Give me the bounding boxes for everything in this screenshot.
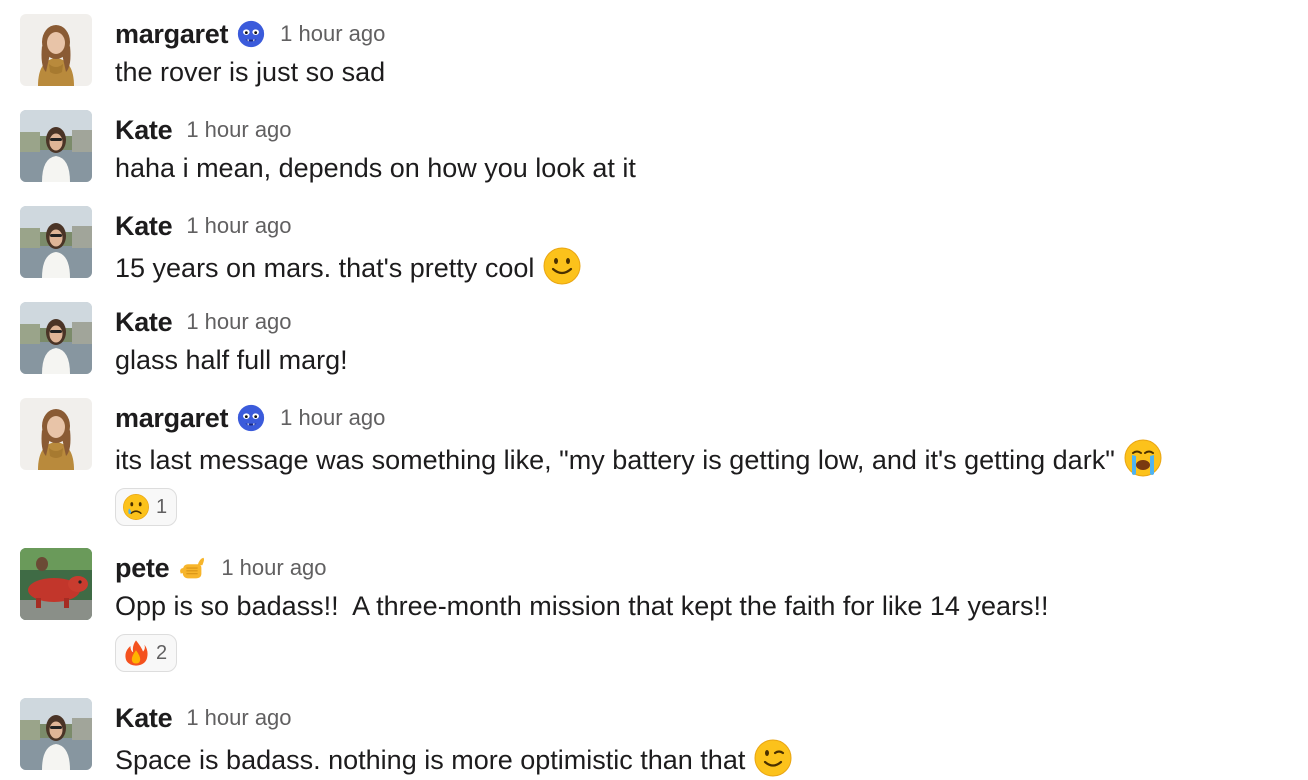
message-line: 15 years on mars. that's pretty cool (115, 246, 1288, 286)
reaction-button[interactable]: 2 (115, 634, 178, 672)
message-text: its last message was something like, "my… (115, 445, 1115, 475)
message-content: pete 1 hour ago Opp is so badass!! A thr… (115, 548, 1288, 672)
message-header: Kate 1 hour ago (115, 698, 1288, 738)
message-content: Kate 1 hour ago Space is badass. nothing… (115, 698, 1288, 778)
timestamp[interactable]: 1 hour ago (280, 21, 385, 47)
reaction-count: 1 (156, 495, 168, 518)
message-header: Kate 1 hour ago (115, 110, 1288, 150)
loudly-crying-face-icon (1123, 438, 1163, 478)
message-header: pete 1 hour ago (115, 548, 1288, 588)
kate-avatar[interactable] (20, 206, 92, 278)
pete-avatar[interactable] (20, 548, 92, 620)
slightly-smiling-face-icon (542, 246, 582, 286)
kate-avatar[interactable] (20, 698, 92, 770)
message-header: margaret 1 hour ago (115, 398, 1288, 438)
margaret-avatar[interactable] (20, 14, 92, 86)
message-text: haha i mean, depends on how you look at … (115, 153, 636, 183)
author-name[interactable]: Kate (115, 211, 173, 242)
timestamp[interactable]: 1 hour ago (186, 309, 291, 335)
message-content: margaret 1 hour ago the rover is just so… (115, 14, 1288, 90)
author-name[interactable]: pete (115, 553, 170, 584)
message-header: Kate 1 hour ago (115, 206, 1288, 246)
author-name[interactable]: margaret (115, 19, 228, 50)
margaret-avatar[interactable] (20, 398, 92, 470)
message-line: its last message was something like, "my… (115, 438, 1288, 478)
message-content: margaret 1 hour ago its last message was… (115, 398, 1288, 526)
author-name[interactable]: margaret (115, 403, 228, 434)
message-text: the rover is just so sad (115, 57, 386, 87)
message-text: glass half full marg! (115, 345, 348, 375)
call-me-hand-icon[interactable] (177, 553, 207, 583)
message-content: Kate 1 hour ago 15 years on mars. that's… (115, 206, 1288, 286)
winking-face-icon (753, 738, 793, 778)
author-name[interactable]: Kate (115, 307, 173, 338)
goblin-icon[interactable] (236, 19, 266, 49)
message-content: Kate 1 hour ago haha i mean, depends on … (115, 110, 1288, 186)
timestamp[interactable]: 1 hour ago (221, 555, 326, 581)
goblin-icon[interactable] (236, 403, 266, 433)
message-content: Kate 1 hour ago glass half full marg! (115, 302, 1288, 378)
message-line: Space is badass. nothing is more optimis… (115, 738, 1288, 778)
message-text: Opp is so badass!! A three-month mission… (115, 591, 1049, 621)
timestamp[interactable]: 1 hour ago (186, 117, 291, 143)
message-text: Space is badass. nothing is more optimis… (115, 745, 746, 775)
reaction-button[interactable]: 1 (115, 488, 178, 526)
author-name[interactable]: Kate (115, 703, 173, 734)
timestamp[interactable]: 1 hour ago (186, 213, 291, 239)
message-header: Kate 1 hour ago (115, 302, 1288, 342)
kate-avatar[interactable] (20, 110, 92, 182)
author-name[interactable]: Kate (115, 115, 173, 146)
message-text: 15 years on mars. that's pretty cool (115, 253, 535, 283)
message-header: margaret 1 hour ago (115, 14, 1288, 54)
crying-face-icon (122, 493, 150, 521)
kate-avatar[interactable] (20, 302, 92, 374)
fire-icon (122, 639, 150, 667)
timestamp[interactable]: 1 hour ago (186, 705, 291, 731)
reaction-count: 2 (156, 641, 168, 664)
timestamp[interactable]: 1 hour ago (280, 405, 385, 431)
